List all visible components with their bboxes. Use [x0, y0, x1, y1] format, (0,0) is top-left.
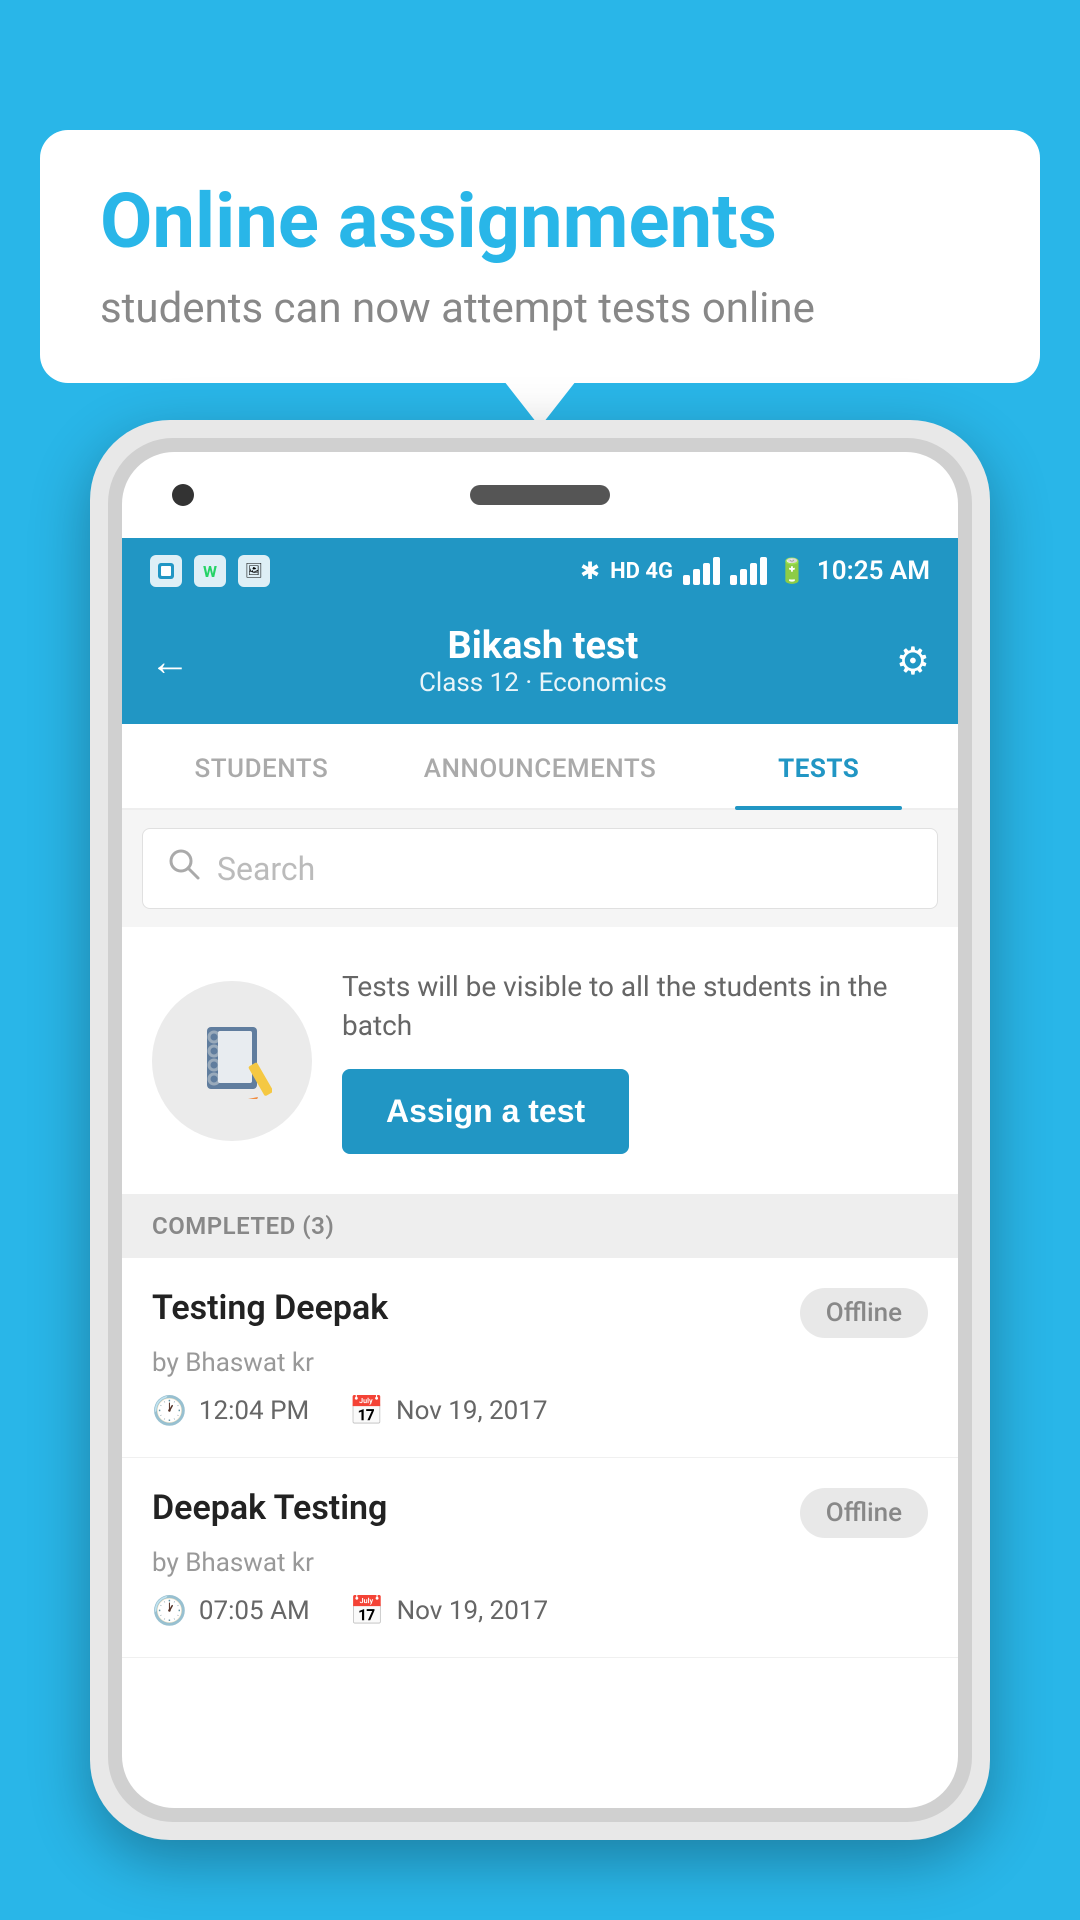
- search-container: Search: [122, 810, 958, 927]
- status-left: W 🖼: [150, 555, 270, 587]
- phone-wrapper: W 🖼 ✱ HD 4G: [90, 420, 990, 1920]
- test-author-2: by Bhaswat kr: [152, 1548, 928, 1578]
- test-time-2: 🕐 07:05 AM: [152, 1594, 310, 1627]
- test-name-2: Deepak Testing: [152, 1488, 387, 1528]
- clock-icon-1: 🕐: [152, 1394, 187, 1427]
- test-meta-1: 🕐 12:04 PM 📅 Nov 19, 2017: [152, 1394, 928, 1427]
- test-date-1: 📅 Nov 19, 2017: [349, 1394, 547, 1427]
- assign-test-button[interactable]: Assign a test: [342, 1069, 629, 1154]
- signal-bars: [683, 557, 720, 585]
- class-title: Bikash test: [419, 624, 667, 668]
- phone-inner: W 🖼 ✱ HD 4G: [108, 438, 972, 1822]
- test-icon-circle: [152, 981, 312, 1141]
- bubble-title: Online assignments: [100, 180, 980, 264]
- test-item: Testing Deepak Offline by Bhaswat kr 🕐 1…: [122, 1258, 958, 1458]
- test-item-header-2: Deepak Testing Offline: [152, 1488, 928, 1538]
- completed-section-header: COMPLETED (3): [122, 1194, 958, 1258]
- speaker: [470, 485, 610, 505]
- phone-top-bar: [122, 452, 958, 538]
- tab-students[interactable]: STUDENTS: [122, 724, 401, 808]
- calendar-icon-2: 📅: [350, 1594, 385, 1627]
- speech-bubble-container: Online assignments students can now atte…: [40, 130, 1040, 383]
- test-date-2: 📅 Nov 19, 2017: [350, 1594, 548, 1627]
- test-meta-2: 🕐 07:05 AM 📅 Nov 19, 2017: [152, 1594, 928, 1627]
- clock-icon-2: 🕐: [152, 1594, 187, 1627]
- phone-screen: W 🖼 ✱ HD 4G: [122, 452, 958, 1808]
- bubble-subtitle: students can now attempt tests online: [100, 284, 980, 333]
- status-bar: W 🖼 ✱ HD 4G: [122, 538, 958, 604]
- back-button[interactable]: ←: [150, 638, 190, 685]
- camera: [172, 484, 194, 506]
- calendar-icon-1: 📅: [349, 1394, 384, 1427]
- bluetooth-icon: ✱: [580, 557, 600, 585]
- phone-outer: W 🖼 ✱ HD 4G: [90, 420, 990, 1840]
- search-icon: [167, 847, 201, 890]
- status-icon-2: W: [194, 555, 226, 587]
- settings-button[interactable]: ⚙: [896, 639, 930, 684]
- signal-bars-2: [730, 557, 767, 585]
- test-author-1: by Bhaswat kr: [152, 1348, 928, 1378]
- class-subtitle: Class 12 · Economics: [419, 668, 667, 698]
- status-icon-1: [150, 555, 182, 587]
- tab-tests[interactable]: TESTS: [679, 724, 958, 808]
- search-box[interactable]: Search: [142, 828, 938, 909]
- test-name-1: Testing Deepak: [152, 1288, 388, 1328]
- test-status-2: Offline: [800, 1488, 928, 1538]
- notebook-icon: [192, 1019, 272, 1103]
- test-status-1: Offline: [800, 1288, 928, 1338]
- header-center: Bikash test Class 12 · Economics: [419, 624, 667, 698]
- status-right: ✱ HD 4G: [580, 556, 930, 586]
- status-icon-3: 🖼: [238, 555, 270, 587]
- search-placeholder: Search: [217, 850, 315, 888]
- battery-icon: 🔋: [777, 557, 807, 585]
- speech-bubble: Online assignments students can now atte…: [40, 130, 1040, 383]
- info-card: Tests will be visible to all the student…: [122, 927, 958, 1194]
- info-description: Tests will be visible to all the student…: [342, 967, 928, 1045]
- test-item-header-1: Testing Deepak Offline: [152, 1288, 928, 1338]
- hd-label: HD 4G: [610, 559, 673, 584]
- test-item-2: Deepak Testing Offline by Bhaswat kr 🕐 0…: [122, 1458, 958, 1658]
- tab-announcements[interactable]: ANNOUNCEMENTS: [401, 724, 680, 808]
- info-right: Tests will be visible to all the student…: [342, 967, 928, 1154]
- test-time-1: 🕐 12:04 PM: [152, 1394, 309, 1427]
- clock: 10:25 AM: [817, 556, 930, 586]
- tabs-bar: STUDENTS ANNOUNCEMENTS TESTS: [122, 724, 958, 810]
- app-header: ← Bikash test Class 12 · Economics ⚙: [122, 604, 958, 724]
